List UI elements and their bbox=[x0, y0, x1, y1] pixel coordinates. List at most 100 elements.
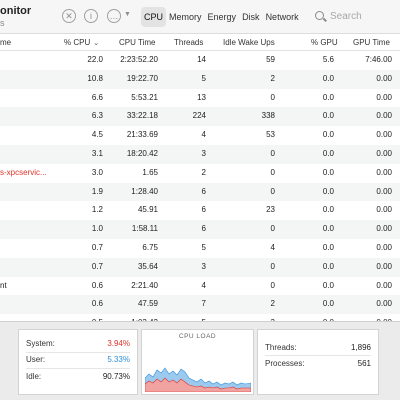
gpu-percent-cell: 0.0 bbox=[322, 224, 334, 234]
threads-cell: 3 bbox=[201, 261, 206, 271]
table-row[interactable]: s-xpcservic... 3.0 1.65 2 0 0.0 0.00 bbox=[0, 164, 400, 183]
table-row[interactable]: 1.9 1:28.40 6 0 0.0 0.00 bbox=[0, 182, 400, 202]
table-row[interactable]: 3.1 18:20.42 3 0 0.0 0.00 bbox=[0, 144, 400, 164]
idle-wake-ups-cell: 0 bbox=[270, 224, 275, 234]
tab-cpu[interactable]: CPU bbox=[141, 7, 167, 27]
gpu-time-cell: 0.00 bbox=[376, 92, 392, 102]
threads-cell: 6 bbox=[201, 186, 206, 196]
toolbar: onitor s ✕ i … ▼ CPU Memory Energy Disk … bbox=[0, 0, 400, 34]
summary-panel: System: 3.94% User: 5.33% Idle: 90.73% C… bbox=[0, 321, 400, 400]
cpu-time-cell: 21:33.69 bbox=[126, 130, 158, 140]
table-row[interactable]: nt 0.6 2:21.40 4 0 0.0 0.00 bbox=[0, 277, 400, 296]
gpu-percent-cell: 0.0 bbox=[322, 92, 334, 102]
process-name-cell: s-xpcservic... bbox=[0, 167, 47, 177]
gpu-percent-cell: 0.0 bbox=[322, 205, 334, 215]
cpu-time-cell: 1:28.40 bbox=[131, 186, 158, 196]
cpu-time-cell: 19:22.70 bbox=[126, 73, 158, 83]
threads-cell: 3 bbox=[201, 148, 206, 158]
window-subtitle: s bbox=[0, 18, 5, 28]
cpu-percent-cell: 0.6 bbox=[91, 299, 103, 309]
tab-disk[interactable]: Disk bbox=[239, 7, 263, 27]
cpu-time-cell: 5:53.21 bbox=[131, 92, 158, 102]
threads-cell: 4 bbox=[201, 280, 206, 290]
search-field[interactable]: Search bbox=[308, 6, 400, 28]
tab-network[interactable]: Network bbox=[263, 7, 302, 27]
threads-cell: 7 bbox=[201, 299, 206, 309]
threads-cell: 5 bbox=[201, 73, 206, 83]
table-row[interactable]: 0.7 35.64 3 0 0.0 0.00 bbox=[0, 257, 400, 277]
col-process-name[interactable]: me bbox=[0, 38, 11, 47]
cpu-percent-cell: 1.0 bbox=[91, 224, 103, 234]
user-label: User: bbox=[26, 355, 46, 364]
system-label: System: bbox=[26, 339, 55, 348]
tab-energy[interactable]: Energy bbox=[205, 7, 240, 27]
ellipsis-circle-icon[interactable]: … bbox=[107, 9, 121, 23]
cpu-usage-box: System: 3.94% User: 5.33% Idle: 90.73% bbox=[18, 329, 138, 395]
gpu-time-cell: 0.00 bbox=[376, 224, 392, 234]
thread-stats-box: Threads: 1,896 Processes: 561 bbox=[257, 329, 379, 395]
cpu-percent-cell: 1.9 bbox=[91, 186, 103, 196]
idle-wake-ups-cell: 2 bbox=[270, 299, 275, 309]
cpu-percent-cell: 1.2 bbox=[91, 205, 103, 215]
col-threads[interactable]: Threads bbox=[174, 38, 203, 47]
gpu-time-cell: 0.00 bbox=[376, 261, 392, 271]
col-cpu-time[interactable]: CPU Time bbox=[119, 38, 155, 47]
gpu-percent-cell: 0.0 bbox=[322, 167, 334, 177]
threads-cell: 2 bbox=[201, 167, 206, 177]
threads-value: 1,896 bbox=[350, 343, 371, 352]
idle-wake-ups-cell: 0 bbox=[270, 167, 275, 177]
processes-value: 561 bbox=[357, 359, 371, 368]
gpu-time-cell: 0.00 bbox=[376, 280, 392, 290]
gpu-percent-cell: 0.0 bbox=[322, 242, 334, 252]
idle-wake-ups-cell: 0 bbox=[270, 148, 275, 158]
chevron-down-icon[interactable]: ▼ bbox=[124, 11, 131, 18]
gpu-time-cell: 0.00 bbox=[376, 73, 392, 83]
gpu-percent-cell: 0.0 bbox=[322, 148, 334, 158]
gpu-percent-cell: 0.0 bbox=[322, 299, 334, 309]
idle-wake-ups-cell: 0 bbox=[270, 186, 275, 196]
cpu-load-box: CPU LOAD bbox=[141, 329, 254, 395]
search-icon bbox=[315, 11, 324, 20]
col-gpu-percent[interactable]: % GPU bbox=[311, 38, 338, 47]
table-row[interactable]: 4.5 21:33.69 4 53 0.0 0.00 bbox=[0, 126, 400, 145]
info-circle-icon[interactable]: i bbox=[84, 9, 98, 23]
table-row[interactable]: 1.0 1:58.11 6 0 0.0 0.00 bbox=[0, 220, 400, 239]
col-gpu-time[interactable]: GPU Time bbox=[353, 38, 390, 47]
cpu-percent-cell: 3.1 bbox=[91, 148, 103, 158]
table-row[interactable]: 6.6 5:53.21 13 0 0.0 0.00 bbox=[0, 89, 400, 108]
cpu-time-cell: 35.64 bbox=[137, 261, 158, 271]
gpu-percent-cell: 0.0 bbox=[322, 186, 334, 196]
divider bbox=[265, 355, 371, 356]
gpu-percent-cell: 0.0 bbox=[322, 280, 334, 290]
table-row[interactable]: 0.6 47.59 7 2 0.0 0.00 bbox=[0, 295, 400, 315]
col-idle-wake-ups[interactable]: Idle Wake Ups bbox=[223, 38, 275, 47]
table-row[interactable]: 0.7 6.75 5 4 0.0 0.00 bbox=[0, 239, 400, 258]
threads-label: Threads: bbox=[265, 343, 297, 352]
close-circle-icon[interactable]: ✕ bbox=[62, 9, 76, 23]
process-table: me % CPU CPU Time Threads Idle Wake Ups … bbox=[0, 34, 400, 321]
cpu-time-cell: 33:22.18 bbox=[126, 111, 158, 121]
threads-cell: 13 bbox=[197, 92, 206, 102]
threads-cell: 6 bbox=[201, 205, 206, 215]
table-row[interactable]: 22.0 2:23:52.20 14 59 5.6 7:46.00 bbox=[0, 51, 400, 70]
table-row[interactable]: 10.8 19:22.70 5 2 0.0 0.00 bbox=[0, 69, 400, 89]
table-row[interactable]: 6.3 33:22.18 224 338 0.0 0.00 bbox=[0, 107, 400, 127]
table-body: 22.0 2:23:52.20 14 59 5.6 7:46.00 10.8 19:22.70… bbox=[0, 51, 400, 321]
gpu-time-cell: 0.00 bbox=[376, 299, 392, 309]
cpu-time-cell: 47.59 bbox=[137, 299, 158, 309]
table-row[interactable]: 1.2 45.91 6 23 0.0 0.00 bbox=[0, 201, 400, 220]
search-placeholder: Search bbox=[330, 11, 362, 22]
threads-cell: 5 bbox=[201, 242, 206, 252]
idle-wake-ups-cell: 0 bbox=[270, 92, 275, 102]
tab-memory[interactable]: Memory bbox=[166, 7, 205, 27]
tab-bar: CPU Memory Energy Disk Network bbox=[141, 7, 302, 27]
idle-wake-ups-cell: 59 bbox=[266, 55, 275, 64]
table-row[interactable]: 0.51:03.42530.00.00 bbox=[0, 314, 400, 321]
gpu-time-cell: 0.00 bbox=[376, 242, 392, 252]
gpu-percent-cell: 0.0 bbox=[322, 130, 334, 140]
col-cpu-percent[interactable]: % CPU bbox=[64, 38, 99, 47]
gpu-time-cell: 0.00 bbox=[376, 130, 392, 140]
gpu-time-cell: 0.00 bbox=[376, 205, 392, 215]
idle-wake-ups-cell: 0 bbox=[270, 261, 275, 271]
process-name-cell: nt bbox=[0, 280, 7, 290]
